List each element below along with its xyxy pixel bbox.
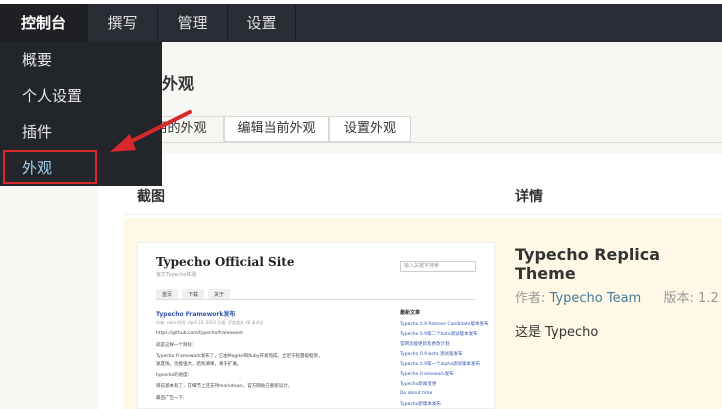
tab-edit-current-theme[interactable]: 编辑当前外观 — [224, 116, 329, 142]
menu-item-overview[interactable]: 概要 — [0, 42, 162, 78]
top-nav-bar: 控制台 撰写 管理 设置 — [0, 0, 722, 42]
thumb-sidebar-link: Do about time — [400, 391, 433, 396]
nav-dashboard[interactable]: 控制台 — [0, 4, 88, 42]
thumb-sidebar-link: Typecho新版本发布 — [400, 402, 441, 407]
thumb-sidebar-link: Typecho Framework发布 — [400, 372, 454, 377]
nav-settings[interactable]: 设置 — [228, 4, 296, 42]
author-link[interactable]: Typecho Team — [550, 291, 642, 306]
thumb-divider — [156, 299, 476, 300]
highlight-box — [3, 150, 97, 184]
theme-meta: 作者: Typecho Team 版本: 1.2 — [515, 287, 719, 306]
thumb-sidebar-link: Typecho 0.9 beta 测试版发布 — [400, 352, 463, 357]
thumb-post-line: Typecho Framework发布了，它由Magike和Ruby开发而成，立… — [156, 354, 323, 359]
thumb-post-line: 就是这样一个目标: — [156, 343, 194, 348]
red-arrow-icon — [110, 110, 192, 152]
thumb-post-line: https://github.com/typecho/framework — [156, 331, 244, 336]
thumb-sidebar-link: Typecho 0.9第一个alpha测试版本发布 — [400, 362, 480, 367]
thumb-post-title: Typecho Framework发布 — [156, 311, 236, 318]
thumb-site-subtitle: 官方Typecho体验 — [156, 272, 197, 278]
thumb-sidebar-link: 官网功能更新及更改计划 — [400, 342, 450, 347]
thumb-post-meta: 作者: clole 时间: April 16, 2014 分类: 开发相关 48… — [156, 320, 264, 325]
thumb-post-line: 目前基本有了，在细节上还支持markdown，官方网站已重新设计。 — [156, 384, 293, 389]
column-header-details: 详情 — [515, 189, 543, 205]
thumb-post-line: 速度快，功能强大，结构清晰，易于扩展。 — [156, 362, 242, 367]
page-title: 外观 — [162, 74, 195, 93]
theme-name: Typecho Replica Theme — [515, 245, 661, 283]
nav-manage[interactable]: 管理 — [158, 4, 228, 42]
theme-screenshot-thumbnail: Typecho Official Site 官方Typecho体验 输入关键字搜… — [137, 242, 495, 409]
thumb-sidebar-link: Typecho 0.9第二个beta测试版本发布 — [400, 332, 478, 337]
thumb-sidebar-heading: 最新文章 — [400, 310, 421, 316]
table-header-divider — [124, 214, 722, 215]
column-header-screenshot: 截图 — [137, 189, 165, 205]
thumb-post-line: typecho的进度: — [156, 373, 190, 378]
theme-description: 这是 Typecho — [515, 325, 599, 340]
thumb-site-title: Typecho Official Site — [156, 255, 295, 269]
version-label: 版本: — [663, 291, 694, 306]
thumb-search-box: 输入关键字搜索 — [400, 261, 476, 272]
nav-write[interactable]: 撰写 — [88, 4, 158, 42]
author-label: 作者: — [515, 291, 546, 306]
thumb-sidebar-link: Typecho新闻变更 — [400, 382, 437, 387]
version-value: 1.2 — [698, 291, 719, 306]
thumb-sidebar-link: Typecho 0.9 Release Candidate版本发布 — [400, 322, 489, 327]
thumb-post-line: 最后广告一下: — [156, 396, 185, 401]
tab-theme-settings[interactable]: 设置外观 — [329, 116, 411, 142]
